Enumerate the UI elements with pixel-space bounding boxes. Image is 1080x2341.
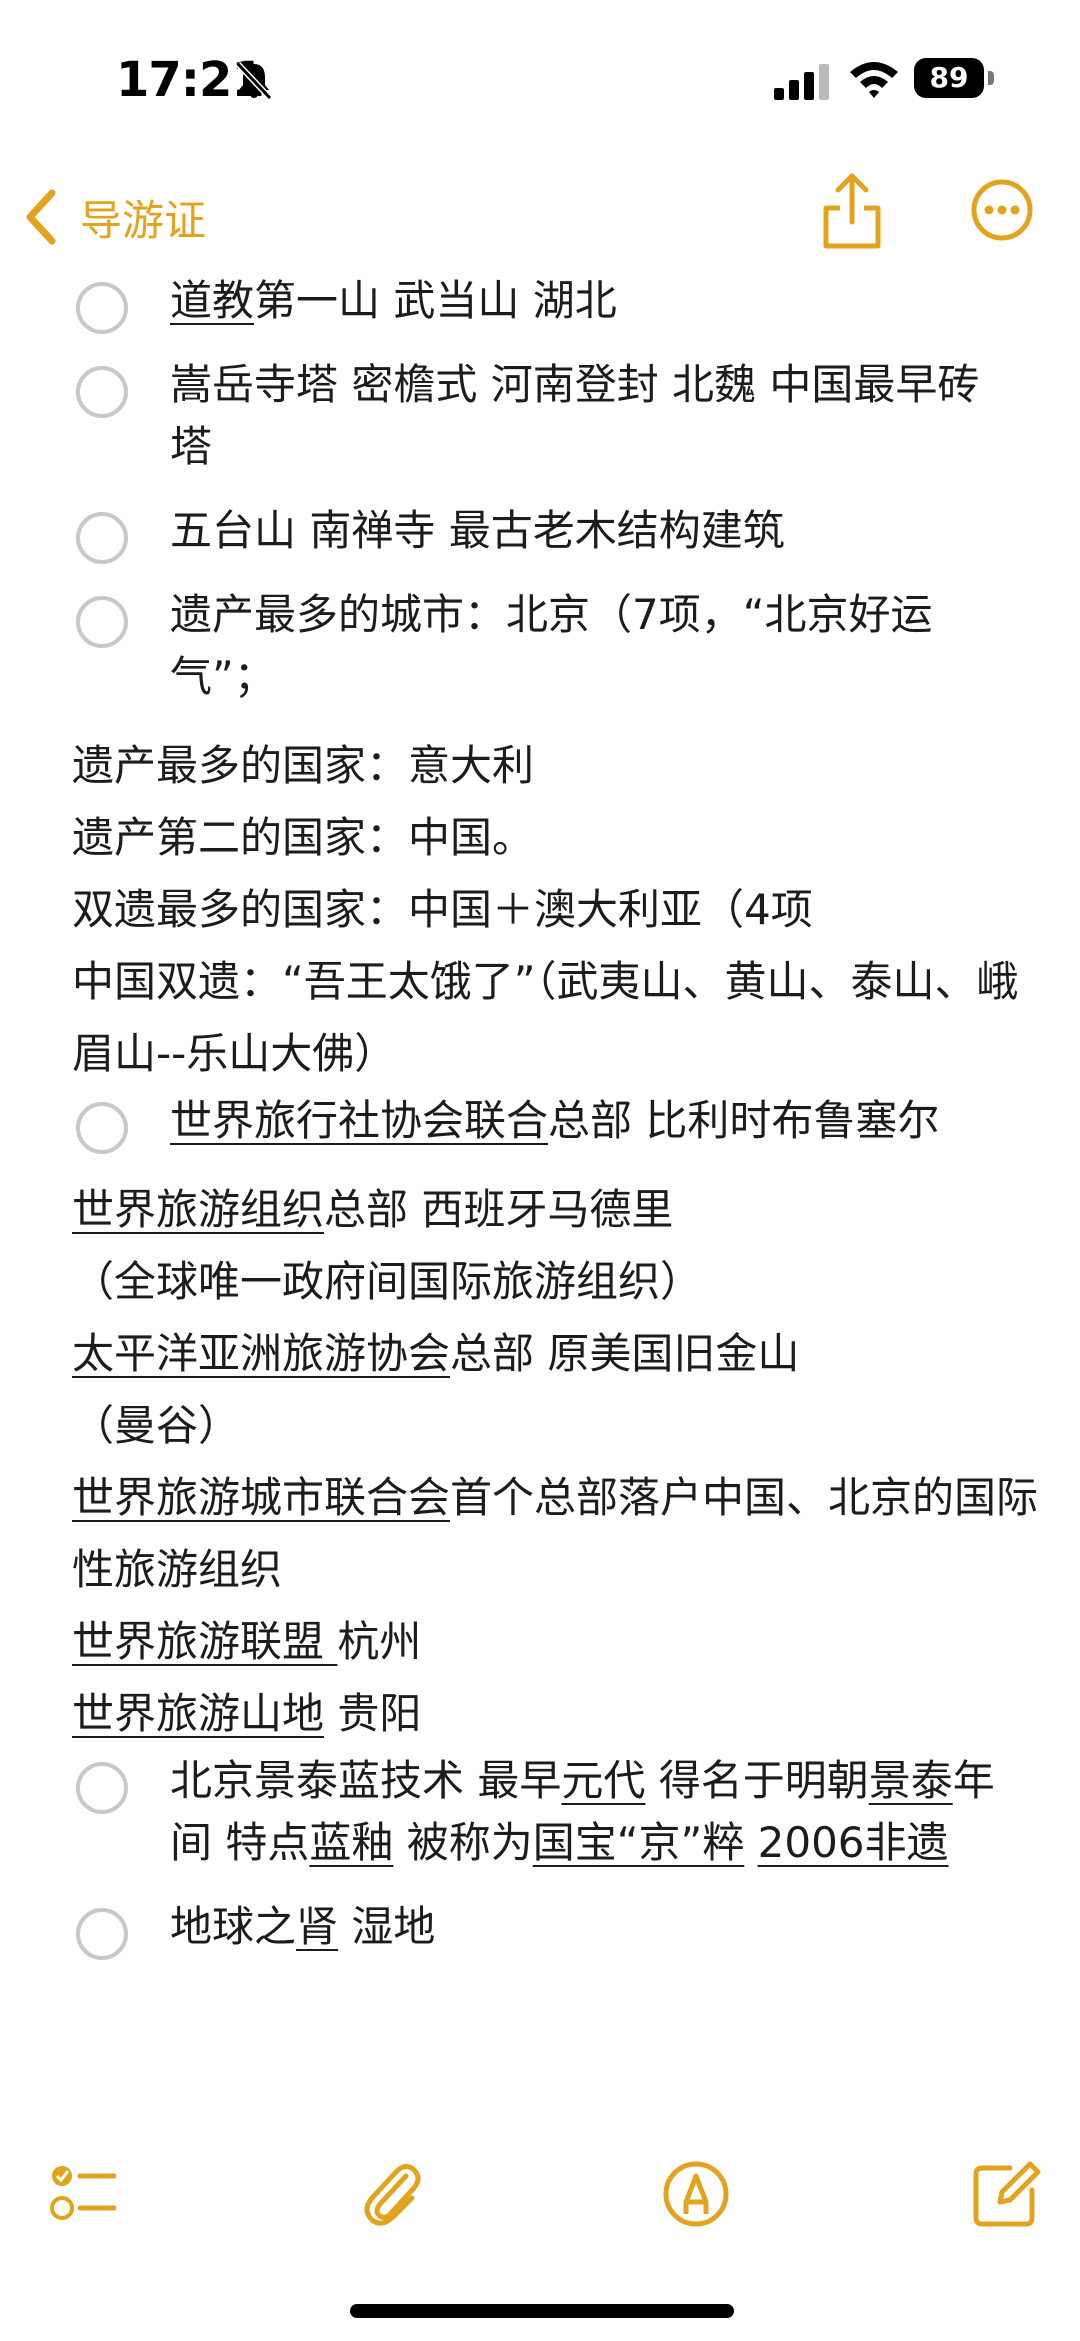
wifi-icon: [850, 62, 898, 98]
text-run: 被称为: [393, 1818, 533, 1867]
note-paragraph[interactable]: 世界旅游山地 贵阳: [0, 1678, 1080, 1750]
underlined-text: 世界旅游组织: [72, 1185, 325, 1234]
note-paragraph[interactable]: 太平洋亚洲旅游协会总部 原美国旧金山: [0, 1318, 1080, 1390]
text-run: 双遗最多的国家：中国＋澳大利亚（4项: [72, 885, 813, 934]
home-indicator[interactable]: [350, 2304, 734, 2318]
underlined-text: 世界旅行社协会联合: [170, 1096, 549, 1145]
text-run: 总部 原美国旧金山: [450, 1329, 800, 1378]
note-paragraph[interactable]: 世界旅游城市联合会首个总部落户中国、北京的国际性旅游组织: [0, 1462, 1080, 1606]
text-run: 北京景泰蓝技术 最早: [170, 1756, 562, 1805]
text-run: 第一山 武当山 湖北: [254, 276, 617, 325]
checkbox-circle[interactable]: [76, 1908, 128, 1960]
checklist-item[interactable]: 世界旅行社协会联合总部 比利时布鲁塞尔: [0, 1090, 1080, 1154]
compose-icon[interactable]: [970, 2158, 1042, 2230]
checklist-icon[interactable]: [48, 2158, 120, 2230]
battery-indicator: 89: [914, 58, 994, 100]
underlined-text: 2006非遗: [757, 1818, 949, 1867]
underlined-text: 国宝“京”粹: [532, 1818, 745, 1867]
text-run: [744, 1818, 757, 1867]
back-button[interactable]: 导游证: [22, 182, 206, 252]
chevron-left-icon: [26, 189, 56, 245]
share-icon[interactable]: [820, 170, 884, 250]
note-paragraph[interactable]: 遗产第二的国家：中国。: [0, 802, 1080, 874]
checkbox-circle[interactable]: [76, 512, 128, 564]
text-run: 杭州: [337, 1617, 422, 1666]
checklist-item[interactable]: 五台山 南禅寺 最古老木结构建筑: [0, 500, 1080, 564]
bottom-toolbar: [0, 2140, 1080, 2260]
text-run: 湿地: [338, 1902, 436, 1951]
checklist-item[interactable]: 北京景泰蓝技术 最早元代 得名于明朝景泰年间 特点蓝釉 被称为国宝“京”粹 20…: [0, 1750, 1080, 1874]
note-paragraph[interactable]: 中国双遗：“吾王太饿了”（武夷山、黄山、泰山、峨眉山--乐山大佛）: [0, 946, 1080, 1090]
battery-nub: [988, 71, 994, 85]
nav-bar: 导游证: [0, 160, 1080, 280]
note-paragraph[interactable]: 遗产最多的国家：意大利: [0, 730, 1080, 802]
text-run: 遗产最多的国家：意大利: [72, 741, 535, 790]
text-run: 地球之: [170, 1902, 297, 1951]
text-run: 五台山 南禅寺 最古老木结构建筑: [170, 506, 785, 555]
checklist-item[interactable]: 道教第一山 武当山 湖北: [0, 270, 1080, 334]
text-run: 总部 西班牙马德里: [324, 1185, 674, 1234]
text-run: 总部 比利时布鲁塞尔: [548, 1096, 940, 1145]
note-paragraph[interactable]: （曼谷）: [0, 1390, 1080, 1462]
checklist-item[interactable]: 遗产最多的城市：北京（7项，“北京好运气”；: [0, 584, 1080, 708]
text-run: 得名于明朝: [645, 1756, 869, 1805]
checkbox-circle[interactable]: [76, 1762, 128, 1814]
note-paragraph[interactable]: （全球唯一政府间国际旅游组织）: [0, 1246, 1080, 1318]
text-run: （全球唯一政府间国际旅游组织）: [72, 1257, 703, 1306]
text-run: 遗产第二的国家：中国。: [72, 813, 535, 862]
back-label: 导游证: [80, 195, 207, 245]
text-run: 贵阳: [324, 1689, 422, 1738]
underlined-text: 蓝釉: [309, 1818, 394, 1867]
text-run: 嵩岳寺塔 密檐式 河南登封 北魏 中国最早砖塔: [170, 360, 980, 471]
checkbox-circle[interactable]: [76, 1102, 128, 1154]
underlined-text: 景泰: [868, 1756, 953, 1805]
underlined-text: 道教: [170, 276, 255, 325]
cellular-signal-icon: [774, 64, 829, 100]
ellipsis-circle-icon[interactable]: [970, 178, 1034, 242]
checklist-item[interactable]: 嵩岳寺塔 密檐式 河南登封 北魏 中国最早砖塔: [0, 354, 1080, 478]
pen-markup-icon[interactable]: [660, 2158, 732, 2230]
note-paragraph[interactable]: 世界旅游组织总部 西班牙马德里: [0, 1174, 1080, 1246]
text-run: 遗产最多的城市：北京（7项，“北京好运气”；: [170, 590, 933, 701]
note-body[interactable]: 道教第一山 武当山 湖北嵩岳寺塔 密檐式 河南登封 北魏 中国最早砖塔五台山 南…: [0, 270, 1080, 1980]
checkbox-circle[interactable]: [76, 282, 128, 334]
text-run: 中国双遗：“吾王太饿了”（武夷山、黄山、泰山、峨眉山--乐山大佛）: [72, 957, 1019, 1078]
underlined-text: 世界旅游联盟: [72, 1617, 338, 1666]
checkbox-circle[interactable]: [76, 596, 128, 648]
paperclip-icon[interactable]: [356, 2158, 428, 2230]
text-run: （曼谷）: [72, 1401, 241, 1450]
underlined-text: 世界旅游城市联合会: [72, 1473, 451, 1522]
checkbox-circle[interactable]: [76, 366, 128, 418]
underlined-text: 太平洋亚洲旅游协会: [72, 1329, 451, 1378]
battery-level: 89: [914, 58, 984, 98]
status-bar: 17:21 89: [0, 0, 1080, 160]
checklist-item[interactable]: 地球之肾 湿地: [0, 1896, 1080, 1960]
note-paragraph[interactable]: 双遗最多的国家：中国＋澳大利亚（4项: [0, 874, 1080, 946]
note-paragraph[interactable]: 世界旅游联盟 杭州: [0, 1606, 1080, 1678]
underlined-text: 肾: [296, 1902, 339, 1951]
underlined-text: 世界旅游山地: [72, 1689, 325, 1738]
bell-slash-icon: [235, 61, 273, 101]
underlined-text: 元代: [561, 1756, 646, 1805]
